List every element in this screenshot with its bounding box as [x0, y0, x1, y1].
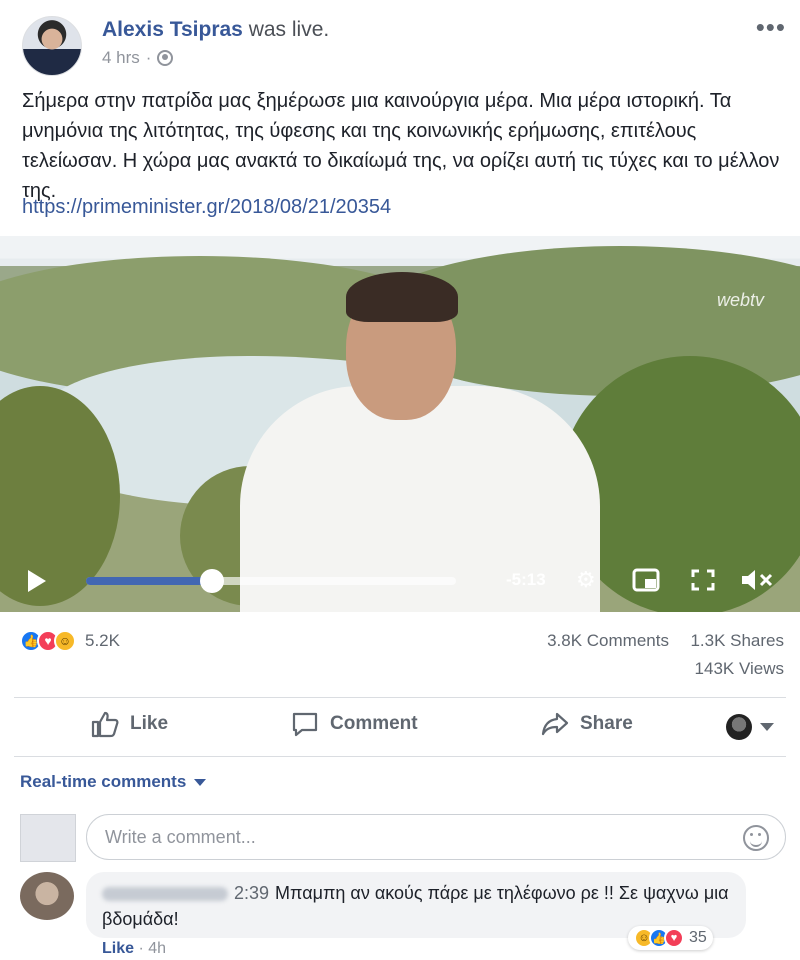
comment-age: · 4h	[138, 940, 167, 957]
share-arrow-icon	[541, 712, 569, 736]
views-count: 143K Views	[694, 659, 784, 678]
chevron-down-icon	[760, 723, 774, 731]
viewer-avatar	[726, 714, 752, 740]
post-header: Alexis Tsipras was live. 4 hrs · •••	[0, 0, 800, 80]
play-icon[interactable]	[28, 570, 46, 592]
comment-input-placeholder: Write a comment...	[105, 826, 256, 847]
share-button[interactable]: Share	[540, 710, 633, 738]
shares-count[interactable]: 1.3K Shares	[690, 631, 784, 650]
commenter-name-blurred[interactable]	[102, 887, 228, 902]
emoji-icon[interactable]	[743, 825, 769, 851]
seek-bar[interactable]	[86, 577, 456, 585]
gear-icon[interactable]: ⚙	[576, 567, 596, 593]
mute-icon[interactable]	[740, 568, 776, 598]
commenter-avatar[interactable]	[20, 872, 74, 920]
post-link[interactable]: https://primeminister.gr/2018/08/21/2035…	[22, 196, 391, 219]
speech-bubble-icon	[292, 712, 318, 737]
comments-count[interactable]: 3.8K Comments	[547, 631, 669, 650]
comment-like-link[interactable]: Like	[102, 940, 134, 957]
current-user-avatar	[20, 814, 76, 862]
speaker-hair	[346, 272, 458, 322]
live-status: was live.	[248, 18, 330, 41]
thumbs-up-icon	[91, 711, 119, 738]
comment-button[interactable]: Comment	[290, 710, 418, 738]
comment-actions: Like · 4h	[102, 940, 166, 958]
share-label: Share	[580, 713, 633, 734]
webtv-watermark: webtv	[716, 290, 764, 310]
remaining-time: -5:13	[506, 570, 546, 589]
divider	[14, 756, 786, 757]
love-reaction-icon: ♥	[664, 928, 684, 948]
comments-filter-dropdown[interactable]: Real-time comments	[20, 772, 207, 792]
comment-timestamp[interactable]: 2:39	[234, 883, 269, 903]
haha-reaction-icon: ☺	[54, 630, 76, 652]
like-button[interactable]: Like	[90, 710, 168, 738]
video-player[interactable]: webtv -5:13 ⚙	[0, 236, 800, 612]
seek-progress	[86, 577, 212, 585]
picture-in-picture-icon[interactable]	[632, 568, 660, 598]
engagement-stats: 3.8K Comments 1.3K Shares	[547, 631, 784, 651]
comment-reaction-count: 35	[689, 929, 707, 946]
comment-input[interactable]: Write a comment...	[86, 814, 786, 860]
seek-handle[interactable]	[199, 569, 224, 593]
comments-filter-label: Real-time comments	[20, 772, 187, 791]
globe-icon	[157, 50, 174, 66]
reaction-summary[interactable]: 👍 ♥ ☺ 5.2K	[20, 630, 120, 652]
video-controls: -5:13 ⚙	[0, 556, 800, 604]
comment-label: Comment	[330, 713, 418, 734]
author-avatar[interactable]	[22, 16, 82, 76]
post-as-selector[interactable]	[726, 714, 774, 740]
chevron-down-icon	[194, 778, 207, 786]
post-meta: 4 hrs ·	[102, 48, 174, 68]
reaction-count: 5.2K	[85, 631, 120, 650]
divider	[14, 697, 786, 698]
comment-reactions[interactable]: ☺ 👍 ♥ 35	[628, 926, 713, 950]
post-text: Σήμερα στην πατρίδα μας ξημέρωσε μια και…	[22, 90, 780, 202]
like-label: Like	[130, 713, 169, 734]
author-name[interactable]: Alexis Tsipras	[102, 18, 243, 41]
fullscreen-icon[interactable]	[690, 568, 716, 598]
author-line: Alexis Tsipras was live.	[102, 18, 329, 42]
post-time[interactable]: 4 hrs	[102, 48, 140, 68]
more-options-icon[interactable]: •••	[756, 12, 786, 43]
